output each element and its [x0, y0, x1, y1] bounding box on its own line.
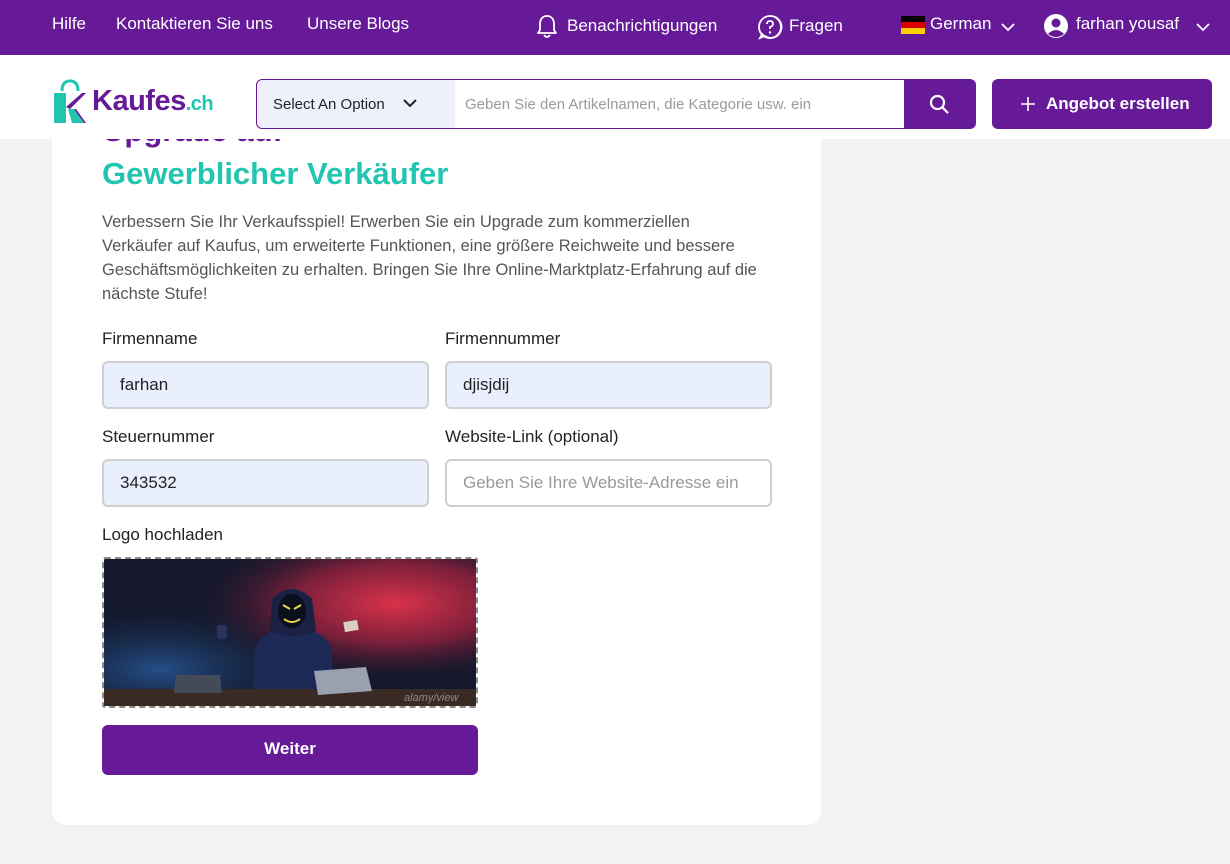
plus-icon [1021, 97, 1035, 111]
help-link[interactable]: Hilfe [52, 14, 86, 34]
company-number-label: Firmennummer [445, 329, 561, 348]
website-field[interactable] [445, 459, 772, 507]
questions-link[interactable]: Fragen [789, 16, 843, 36]
kaufes-logo[interactable]: Kaufes.ch [52, 79, 222, 125]
bell-icon[interactable] [536, 14, 558, 45]
company-number-input[interactable] [447, 363, 770, 407]
main-header: Kaufes.ch Select An Option Angebot erste… [0, 55, 1230, 139]
logo-text: Kaufes.ch [92, 85, 214, 117]
notifications-link[interactable]: Benachrichtigungen [567, 16, 717, 36]
question-icon[interactable] [757, 14, 783, 45]
logo-bag-icon [54, 79, 86, 123]
user-menu[interactable]: farhan yousaf [1076, 14, 1179, 34]
top-navigation-bar: Hilfe Kontaktieren Sie uns Unsere Blogs … [0, 0, 1230, 55]
create-listing-label: Angebot erstellen [1046, 94, 1190, 113]
tax-number-field[interactable] [102, 459, 429, 507]
german-flag-icon [901, 16, 925, 34]
search-icon [929, 94, 949, 114]
next-button-label: Weiter [264, 739, 316, 758]
tax-number-input[interactable] [104, 461, 427, 505]
company-name-label: Firmenname [102, 329, 198, 348]
company-name-input[interactable] [104, 363, 427, 407]
blogs-link[interactable]: Unsere Blogs [307, 14, 409, 34]
search-input[interactable] [455, 80, 904, 128]
chevron-down-icon [403, 99, 417, 108]
company-number-field[interactable] [445, 361, 772, 409]
website-input[interactable] [447, 461, 770, 505]
website-label: Website-Link (optional) [445, 427, 619, 446]
uploaded-logo-image: alamy/view [104, 559, 476, 706]
logo-upload-dropzone[interactable]: alamy/view [102, 557, 478, 708]
form-title-line2: Gewerblicher Verkäufer [102, 156, 449, 191]
language-selector[interactable]: German [930, 14, 991, 34]
category-select-value: Select An Option [273, 96, 385, 113]
contact-link[interactable]: Kontaktieren Sie uns [116, 14, 273, 34]
user-avatar-icon[interactable] [1043, 13, 1069, 44]
category-select[interactable]: Select An Option [256, 79, 456, 129]
search-field[interactable] [455, 79, 905, 129]
logo-upload-label: Logo hochladen [102, 525, 224, 544]
image-watermark: alamy/view [404, 692, 459, 704]
chevron-down-icon[interactable] [1001, 19, 1015, 37]
company-name-field[interactable] [102, 361, 429, 409]
next-button[interactable]: Weiter [102, 725, 478, 775]
form-description: Verbessern Sie Ihr Verkaufsspiel! Erwerb… [102, 213, 757, 303]
chevron-down-icon[interactable] [1196, 19, 1210, 37]
upgrade-form-card: Upgrade auf Gewerblicher Verkäufer Verbe… [52, 110, 821, 825]
create-listing-button[interactable]: Angebot erstellen [992, 79, 1212, 129]
tax-number-label: Steuernummer [102, 427, 215, 446]
search-button[interactable] [904, 79, 976, 129]
